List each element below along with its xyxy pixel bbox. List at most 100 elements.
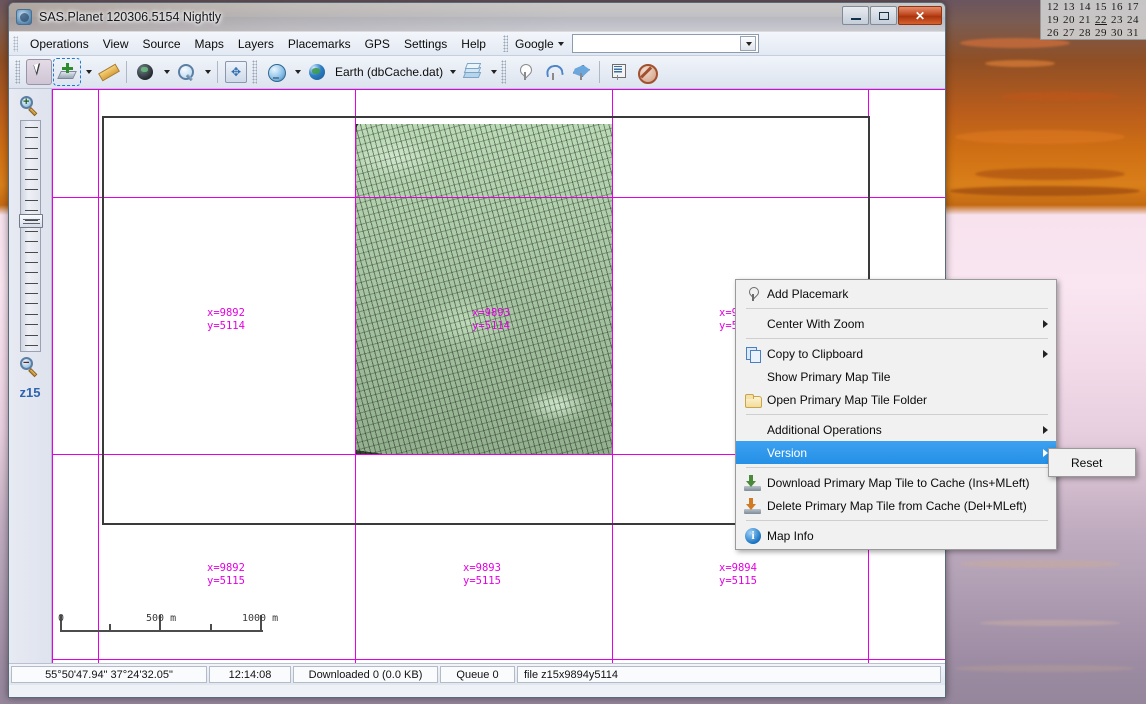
map-globe-dropdown[interactable] xyxy=(159,59,172,85)
zoom-slider-thumb[interactable] xyxy=(19,214,43,228)
calendar-day: 20 xyxy=(1061,14,1077,27)
source-toolbar: Google xyxy=(503,34,945,53)
ctx-open-primary-map-tile-folder[interactable]: Open Primary Map Tile Folder xyxy=(736,388,1056,411)
toolbar-separator xyxy=(599,61,600,83)
maps-stack-button[interactable] xyxy=(459,59,485,85)
window-controls: ✕ xyxy=(841,6,942,25)
title-bar[interactable]: SAS.Planet 120306.5154 Nightly ✕ xyxy=(9,3,945,32)
menu-item-placemarks[interactable]: Placemarks xyxy=(281,34,358,54)
chevron-down-icon xyxy=(450,70,456,74)
magnifier-icon xyxy=(176,62,196,82)
calendar-day-today: 22 xyxy=(1093,14,1109,27)
no-icon xyxy=(744,421,762,439)
toolbar-drag-handle[interactable] xyxy=(252,60,257,84)
ctx-version[interactable]: Version xyxy=(736,441,1056,464)
placemark-list-button[interactable] xyxy=(605,59,631,85)
submenu-item-reset[interactable]: Reset xyxy=(1049,451,1135,474)
delete-icon xyxy=(744,497,762,515)
no-icon xyxy=(744,368,762,386)
close-button[interactable]: ✕ xyxy=(898,6,942,25)
ctx-item-label: Version xyxy=(767,446,1037,460)
tile-x-label: x=9893 xyxy=(463,562,501,575)
earth-icon xyxy=(307,62,327,82)
ctx-center-with-zoom[interactable]: Center With Zoom xyxy=(736,312,1056,335)
add-layer-tool-button[interactable] xyxy=(54,59,80,85)
ctx-item-label: Show Primary Map Tile xyxy=(767,370,1048,384)
path-icon xyxy=(543,62,563,82)
scale-bar: 0 500 m 1000 m xyxy=(60,607,263,641)
no-icon xyxy=(744,315,762,333)
zoom-tick xyxy=(25,345,38,346)
maps-stack-dropdown[interactable] xyxy=(486,59,499,85)
zoom-tick xyxy=(25,210,38,211)
menu-item-settings[interactable]: Settings xyxy=(397,34,454,54)
maximize-button[interactable] xyxy=(870,6,897,25)
menu-item-source[interactable]: Source xyxy=(136,34,188,54)
ctx-additional-operations[interactable]: Additional Operations xyxy=(736,418,1056,441)
hide-markers-button[interactable] xyxy=(633,59,659,85)
toolbar-drag-handle[interactable] xyxy=(501,60,506,84)
ctx-show-primary-map-tile[interactable]: Show Primary Map Tile xyxy=(736,365,1056,388)
maximize-icon xyxy=(879,12,889,20)
zoom-level-label: z15 xyxy=(20,385,41,400)
toolbar-drag-handle[interactable] xyxy=(503,35,508,52)
scale-bar-line xyxy=(60,630,263,632)
fullscreen-tool-button[interactable]: ✥ xyxy=(223,59,249,85)
submenu-arrow-icon xyxy=(1043,350,1048,358)
status-bar: 55°50'47.94" 37°24'32.05" 12:14:08 Downl… xyxy=(9,663,945,685)
cache-dropdown[interactable] xyxy=(445,59,458,85)
ruler-tool-button[interactable] xyxy=(95,59,121,85)
menu-item-gps[interactable]: GPS xyxy=(358,34,397,54)
ruler-icon xyxy=(98,62,118,82)
main-toolbar: ✥ Earth (dbCache.dat) xyxy=(9,56,945,89)
calendar-gadget[interactable]: 121314151617 192021222324 262728293031 xyxy=(1040,0,1146,40)
add-polygon-button[interactable] xyxy=(568,59,594,85)
toolbar-drag-handle[interactable] xyxy=(15,60,20,84)
chevron-down-icon xyxy=(746,42,752,46)
zoom-slider[interactable] xyxy=(20,120,41,352)
calendar-day: 15 xyxy=(1093,1,1109,14)
calendar-day: 27 xyxy=(1061,27,1077,40)
pointer-select-tool-button[interactable] xyxy=(26,59,52,85)
ctx-add-placemark[interactable]: Add Placemark xyxy=(736,282,1056,305)
chevron-down-icon xyxy=(205,70,211,74)
magnifier-dropdown[interactable] xyxy=(200,59,213,85)
zoom-tick xyxy=(25,179,38,180)
zoom-in-magnifier-icon[interactable]: + xyxy=(19,95,41,117)
zoom-tick xyxy=(25,148,38,149)
ctx-download-primary-map-tile[interactable]: Download Primary Map Tile to Cache (Ins+… xyxy=(736,471,1056,494)
ctx-map-info[interactable]: Map Info xyxy=(736,524,1056,547)
map-context-menu: Add Placemark Center With Zoom Copy to C… xyxy=(735,279,1057,550)
search-input[interactable] xyxy=(572,34,759,53)
add-placemark-button[interactable] xyxy=(512,59,538,85)
add-path-button[interactable] xyxy=(540,59,566,85)
source-globe-tool-button[interactable] xyxy=(263,59,289,85)
ctx-copy-to-clipboard[interactable]: Copy to Clipboard xyxy=(736,342,1056,365)
zoom-tick xyxy=(25,252,38,253)
scale-bar-tick xyxy=(210,624,212,632)
cache-earth-button[interactable] xyxy=(304,59,330,85)
zoom-out-magnifier-icon[interactable]: − xyxy=(19,356,41,378)
layer-plus-icon xyxy=(57,62,77,82)
chevron-down-icon[interactable] xyxy=(558,42,564,46)
source-globe-dropdown[interactable] xyxy=(290,59,303,85)
source-dropdown-label[interactable]: Google xyxy=(515,37,554,51)
tile-x-label: x=9892 xyxy=(207,307,245,320)
menu-item-operations[interactable]: Operations xyxy=(23,34,96,54)
zoom-tick xyxy=(25,314,38,315)
menu-item-help[interactable]: Help xyxy=(454,34,493,54)
minimize-button[interactable] xyxy=(842,6,869,25)
magnifier-tool-button[interactable] xyxy=(173,59,199,85)
ctx-delete-primary-map-tile[interactable]: Delete Primary Map Tile from Cache (Del+… xyxy=(736,494,1056,517)
status-time: 12:14:08 xyxy=(209,666,291,683)
calendar-day: 30 xyxy=(1109,27,1125,40)
status-queue: Queue 0 xyxy=(440,666,515,683)
add-layer-dropdown[interactable] xyxy=(81,59,94,85)
zoom-tick xyxy=(25,200,38,201)
menu-item-view[interactable]: View xyxy=(96,34,136,54)
combo-dropdown-button[interactable] xyxy=(740,36,756,51)
map-globe-tool-button[interactable] xyxy=(132,59,158,85)
calendar-day: 14 xyxy=(1077,1,1093,14)
menu-item-maps[interactable]: Maps xyxy=(188,34,231,54)
menu-item-layers[interactable]: Layers xyxy=(231,34,281,54)
